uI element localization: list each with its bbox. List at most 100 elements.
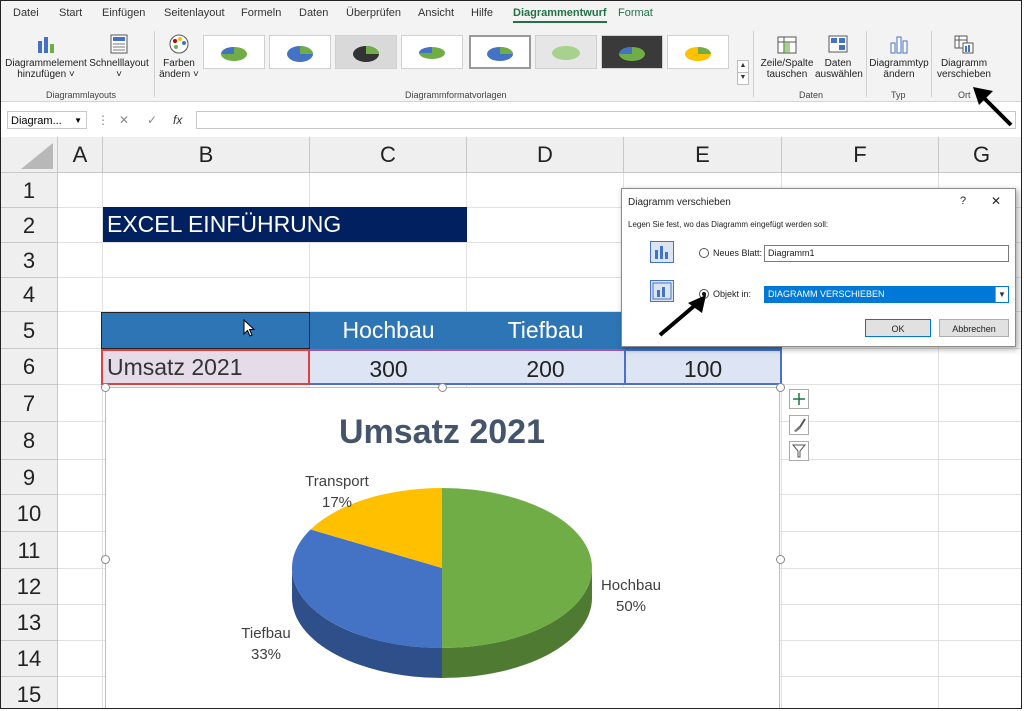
column-header-a[interactable]: A: [58, 137, 103, 173]
new-sheet-radio[interactable]: [699, 248, 709, 258]
tab-daten[interactable]: Daten: [299, 7, 328, 19]
header-cell-tiefbau[interactable]: Tiefbau: [467, 312, 624, 349]
palette-icon: [168, 33, 190, 55]
pie-chart[interactable]: Umsatz 2021 Transport 17% Hochbau 50% Ti…: [105, 387, 780, 708]
row-header-3[interactable]: 3: [1, 243, 58, 278]
resize-handle[interactable]: [101, 383, 110, 392]
tab-diagrammentwurf[interactable]: Diagrammentwurf: [513, 7, 607, 23]
gallery-scroll-down[interactable]: ▼: [737, 72, 749, 85]
move-chart-button[interactable]: Diagramm verschieben: [935, 33, 993, 80]
row-header-4[interactable]: 4: [1, 278, 58, 312]
dialog-title: Diagramm verschieben: [628, 197, 731, 208]
dialog-prompt: Legen Sie fest, wo das Diagramm eingefüg…: [628, 220, 829, 229]
column-header-d[interactable]: D: [467, 137, 624, 173]
value-cell-tiefbau[interactable]: 200: [467, 349, 624, 385]
formula-separator: ⋮: [97, 113, 109, 127]
row-header-12[interactable]: 12: [1, 569, 58, 605]
row-header-7[interactable]: 7: [1, 385, 58, 422]
name-box[interactable]: Diagram... ▼: [7, 111, 87, 129]
header-cell-hochbau[interactable]: Hochbau: [310, 312, 467, 349]
add-chart-element-button[interactable]: Diagrammelement hinzufügen ˅: [5, 33, 87, 80]
column-header-e[interactable]: E: [624, 137, 782, 173]
chart-filter-funnel-icon[interactable]: [789, 441, 809, 461]
tab-seitenlayout[interactable]: Seitenlayout: [164, 7, 225, 19]
tab-hilfe[interactable]: Hilfe: [471, 7, 493, 19]
switch-row-column-button[interactable]: Zeile/Spalte tauschen: [759, 33, 815, 80]
chart-style-5-selected[interactable]: [469, 35, 531, 69]
chart-style-2[interactable]: [269, 35, 331, 69]
chart-style-7[interactable]: [601, 35, 663, 69]
value-cell-hochbau[interactable]: 300: [310, 349, 467, 385]
object-in-select[interactable]: DIAGRAMM VERSCHIEBEN ▼: [764, 286, 1009, 303]
confirm-icon[interactable]: ✓: [147, 113, 157, 127]
formula-input[interactable]: [196, 111, 1016, 129]
column-header-c[interactable]: C: [310, 137, 467, 173]
row-header-8[interactable]: 8: [1, 422, 58, 460]
column-header-g[interactable]: G: [939, 137, 1021, 173]
select-data-button[interactable]: Daten auswählen: [815, 33, 863, 80]
resize-handle[interactable]: [776, 555, 785, 564]
tab-formeln[interactable]: Formeln: [241, 7, 281, 19]
new-sheet-input[interactable]: Diagramm1: [764, 245, 1009, 262]
help-icon[interactable]: ?: [960, 195, 966, 207]
row-header-10[interactable]: 10: [1, 495, 58, 532]
excel-window: Datei Start Einfügen Seitenlayout Formel…: [0, 0, 1022, 709]
ribbon: Diagrammelement hinzufügen ˅ Schnelllayo…: [1, 27, 1021, 102]
chart-styles-brush-icon[interactable]: [789, 415, 809, 435]
tab-format[interactable]: Format: [618, 7, 653, 19]
close-icon[interactable]: ✕: [991, 194, 1001, 208]
new-sheet-icon: [650, 241, 674, 263]
data-label-tiefbau-name: Tiefbau: [241, 625, 290, 642]
chart-title: Umsatz 2021: [339, 413, 545, 451]
row-header-5[interactable]: 5: [1, 312, 58, 349]
select-data-label: Daten auswählen: [815, 58, 863, 80]
tab-einfuegen[interactable]: Einfügen: [102, 7, 145, 19]
tab-ueberpruefen[interactable]: Überprüfen: [346, 7, 401, 19]
value-cell-transport[interactable]: 100: [624, 349, 782, 385]
resize-handle[interactable]: [438, 383, 447, 392]
tab-start[interactable]: Start: [59, 7, 82, 19]
column-header-f[interactable]: F: [782, 137, 939, 173]
group-separator: [753, 31, 754, 97]
change-chart-type-button[interactable]: Diagrammtyp ändern: [869, 33, 929, 80]
row-label-cell[interactable]: Umsatz 2021: [101, 349, 310, 385]
select-all-corner[interactable]: [1, 137, 58, 173]
chart-style-8[interactable]: [667, 35, 729, 69]
function-icon[interactable]: fx: [173, 113, 182, 127]
header-cell-blank[interactable]: [101, 312, 310, 349]
ribbon-tabs: Datei Start Einfügen Seitenlayout Formel…: [1, 1, 1021, 27]
pie-chart-canvas: Umsatz 2021 Transport 17% Hochbau 50% Ti…: [241, 413, 661, 678]
chevron-down-icon[interactable]: ▼: [74, 112, 82, 130]
change-chart-type-label: Diagrammtyp ändern: [869, 58, 929, 80]
chevron-down-icon[interactable]: ▼: [995, 287, 1008, 302]
chart-style-1[interactable]: [203, 35, 265, 69]
cancel-button[interactable]: Abbrechen: [939, 319, 1009, 337]
column-header-b[interactable]: B: [103, 137, 310, 173]
formula-bar: Diagram... ▼ ⋮ ✕ ✓ fx: [1, 109, 1021, 133]
row-header-9[interactable]: 9: [1, 460, 58, 495]
quick-layout-button[interactable]: Schnelllayout ˅: [89, 33, 149, 80]
row-header-2[interactable]: 2: [1, 208, 58, 243]
cancel-icon[interactable]: ✕: [119, 113, 129, 127]
row-header-11[interactable]: 11: [1, 532, 58, 569]
chart-elements-plus-icon[interactable]: [789, 389, 809, 409]
row-header-1[interactable]: 1: [1, 173, 58, 208]
data-label-transport-percent: 17%: [322, 494, 352, 511]
row-header-14[interactable]: 14: [1, 641, 58, 677]
chart-element-icon: [35, 33, 57, 55]
tab-ansicht[interactable]: Ansicht: [418, 7, 454, 19]
chart-style-3[interactable]: [335, 35, 397, 69]
resize-handle[interactable]: [776, 383, 785, 392]
tab-datei[interactable]: Datei: [13, 7, 39, 19]
chart-style-4[interactable]: [401, 35, 463, 69]
row-header-15[interactable]: 15: [1, 677, 58, 708]
resize-handle[interactable]: [101, 555, 110, 564]
ok-button[interactable]: OK: [865, 319, 931, 337]
row-header-6[interactable]: 6: [1, 349, 58, 385]
annotation-arrow-icon: [973, 87, 1013, 127]
chart-style-6[interactable]: [535, 35, 597, 69]
sheet-title-cell[interactable]: EXCEL EINFÜHRUNG: [103, 207, 467, 242]
change-colors-button[interactable]: Farben ändern ˅: [159, 33, 199, 80]
row-header-13[interactable]: 13: [1, 605, 58, 641]
name-box-value: Diagram...: [11, 115, 62, 127]
